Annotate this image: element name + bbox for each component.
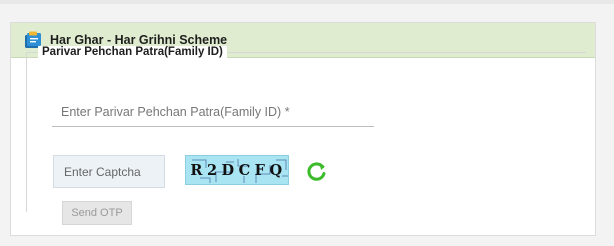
captcha-text: R2DCFQ — [190, 161, 287, 179]
family-id-input[interactable] — [52, 98, 374, 126]
refresh-icon[interactable] — [306, 161, 327, 182]
family-id-fieldset — [26, 52, 586, 212]
card-title: Har Ghar - Har Grihni Scheme — [50, 33, 228, 47]
captcha-input[interactable] — [53, 155, 165, 188]
send-otp-button[interactable]: Send OTP — [62, 201, 132, 225]
top-edge-strip — [0, 0, 614, 4]
captcha-image: R2DCFQ — [185, 155, 289, 185]
family-id-field — [52, 98, 374, 127]
fieldset-legend: Parivar Pehchan Patra(Family ID) — [38, 46, 227, 58]
